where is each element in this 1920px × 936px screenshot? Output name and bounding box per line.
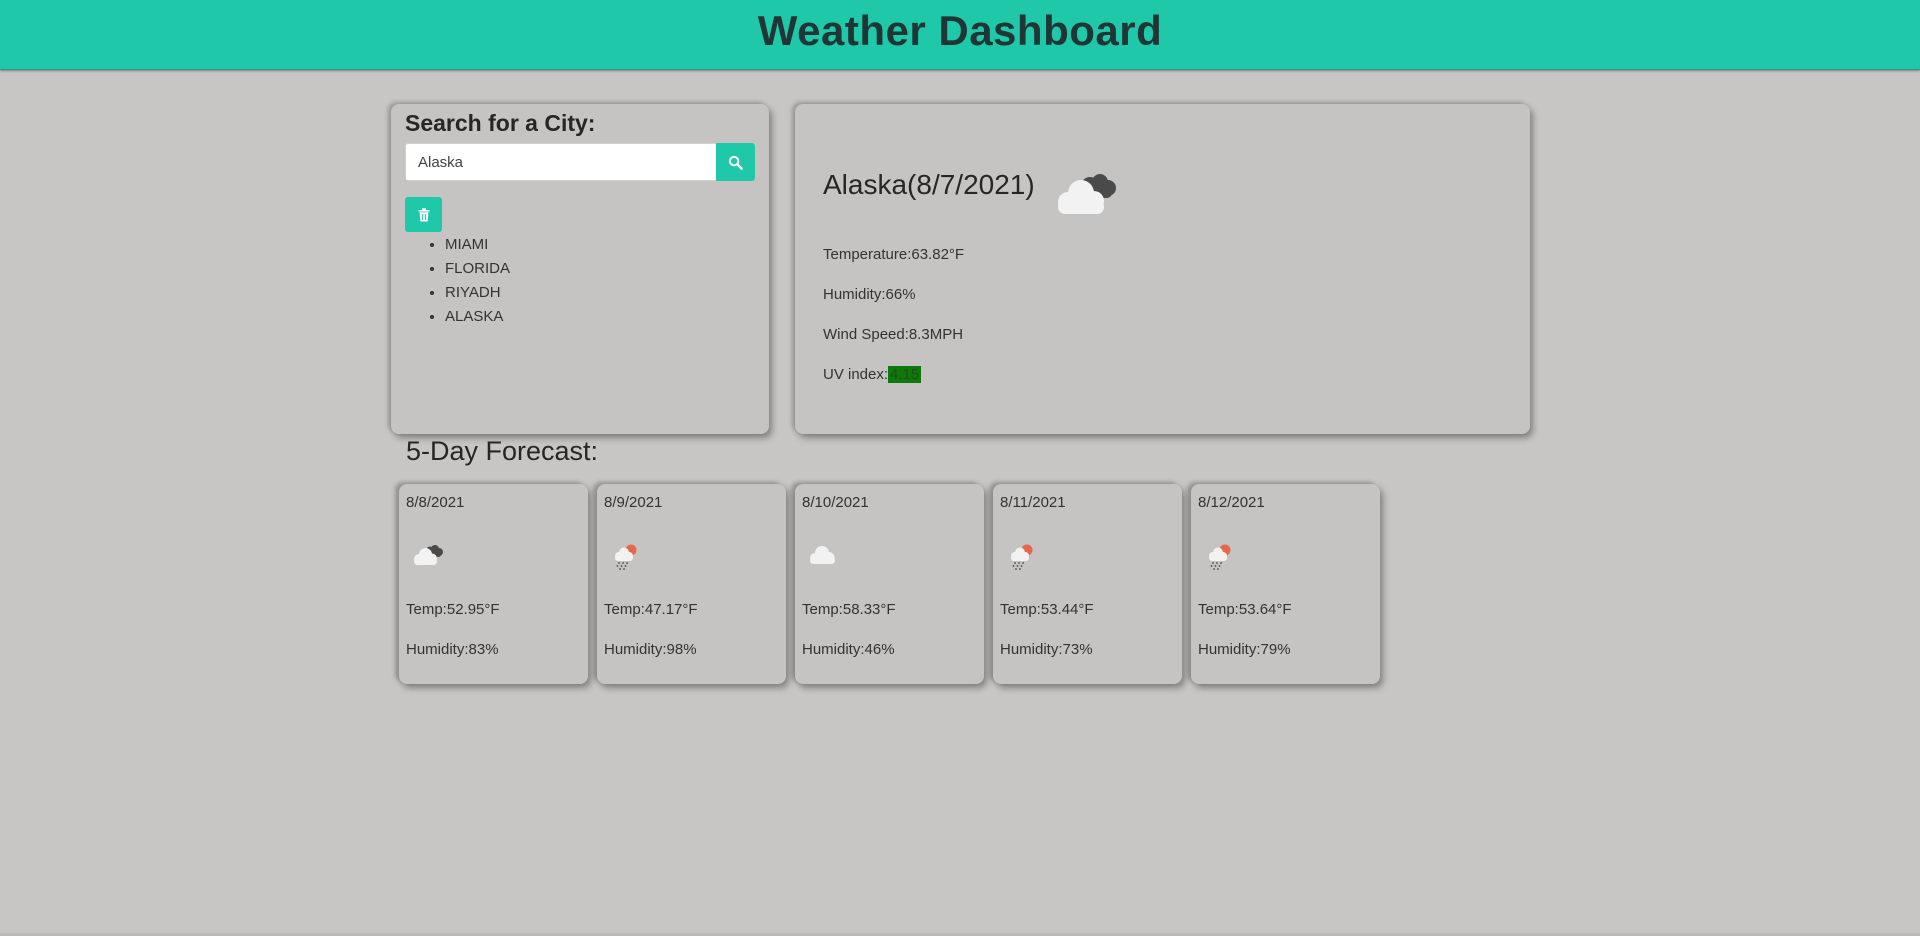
cloud-icon (810, 546, 835, 564)
header: Weather Dashboard (0, 0, 1920, 70)
rain-icon (1209, 544, 1231, 570)
broken-clouds-icon (414, 545, 443, 565)
rain-icon (1011, 544, 1033, 570)
uv-index-label: UV index: (823, 366, 889, 383)
current-city-title: Alaska(8/7/2021) (823, 169, 1035, 200)
forecast-humidity: Humidity:46% (802, 641, 895, 658)
search-input[interactable] (405, 143, 716, 181)
forecast-card: 8/11/2021 Temp:53.44°F Humidity:73% (993, 484, 1182, 684)
search-title: Search for a City: (405, 110, 596, 136)
forecast-card: 8/8/2021 Temp:52.95°F Humidity:83% (399, 484, 588, 684)
forecast-humidity: Humidity:98% (604, 641, 697, 658)
forecast-humidity: Humidity:73% (1000, 641, 1093, 658)
rain-icon (615, 544, 637, 570)
forecast-temp: Temp:53.44°F (1000, 601, 1094, 618)
broken-clouds-icon (1058, 174, 1116, 214)
current-humidity: Humidity:66% (823, 286, 916, 303)
forecast-temp: Temp:47.17°F (604, 601, 698, 618)
history-item[interactable]: MIAMI (445, 233, 510, 257)
search-button[interactable] (716, 143, 755, 181)
forecast-title: 5-Day Forecast: (406, 436, 599, 466)
forecast-temp: Temp:52.95°F (406, 601, 500, 618)
current-uv-index: UV index: 4.15 (823, 366, 922, 383)
uv-index-badge: 4.15 (888, 366, 922, 383)
history-item[interactable]: ALASKA (445, 305, 510, 329)
forecast-card: 8/10/2021 Temp:58.33°F Humidity:46% (795, 484, 984, 684)
current-temperature: Temperature:63.82°F (823, 246, 965, 263)
forecast-temp: Temp:58.33°F (802, 601, 896, 618)
forecast-card: 8/12/2021 Temp:53.64°F Humidity:79% (1191, 484, 1380, 684)
forecast-date: 8/11/2021 (1000, 494, 1066, 511)
search-panel: Search for a City: MIAMI FLORIDA RIYADH … (391, 104, 769, 434)
current-weather-panel: Alaska(8/7/2021) Temperature:63.82°F Hum… (795, 104, 1530, 434)
forecast-date: 8/12/2021 (1198, 494, 1265, 511)
search-row (405, 143, 755, 181)
trash-icon (418, 207, 429, 221)
history-item[interactable]: FLORIDA (445, 257, 510, 281)
search-icon (728, 155, 743, 170)
history-item[interactable]: RIYADH (445, 281, 510, 305)
forecast-date: 8/8/2021 (406, 494, 465, 511)
search-history-list: MIAMI FLORIDA RIYADH ALASKA (405, 233, 510, 329)
clear-history-button[interactable] (405, 197, 442, 232)
page-title: Weather Dashboard (757, 7, 1163, 54)
forecast-card: 8/9/2021 Temp:47.17°F Humidity:98% (597, 484, 786, 684)
forecast-humidity: Humidity:83% (406, 641, 499, 658)
current-wind-speed: Wind Speed:8.3MPH (823, 326, 964, 343)
forecast-temp: Temp:53.64°F (1198, 601, 1292, 618)
forecast-date: 8/9/2021 (604, 494, 663, 511)
forecast-date: 8/10/2021 (802, 494, 869, 511)
forecast-humidity: Humidity:79% (1198, 641, 1291, 658)
